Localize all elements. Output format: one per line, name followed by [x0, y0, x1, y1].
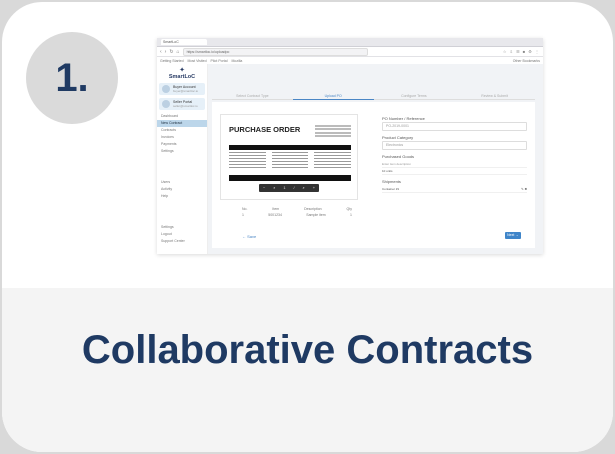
table-cell: 1 [242, 213, 244, 217]
table-cell: Sample item [306, 213, 326, 217]
app-sidebar: ✦ SmartLoC Buyer Account buyer@smartloc.i… [157, 64, 208, 254]
column-header: Item [272, 207, 280, 211]
page-number: 1 [283, 185, 286, 190]
po-fields: PO Number / Reference PO-2019-0001 Produ… [382, 112, 527, 193]
bookmark-item[interactable]: Getting Started [160, 59, 184, 63]
tab-step-2[interactable]: Upload PO [292, 94, 374, 100]
home-icon[interactable]: ⌂ [177, 49, 180, 55]
app-main: Select Contract Type Upload PO Configure… [208, 64, 543, 254]
page-separator: / [293, 185, 295, 190]
step-number-badge: 1. [26, 32, 118, 124]
column-header: Qty [346, 207, 352, 211]
bookmark-item[interactable]: Pilot Portal [211, 59, 228, 63]
search-icon[interactable]: ⌕ [273, 184, 275, 192]
bookmark-item[interactable]: Most Visited [188, 59, 207, 63]
user-sub: seller@smartloc.io [173, 104, 198, 108]
shipment-row-value: Container #1 [382, 187, 400, 191]
sidebar-item-payments[interactable]: Payments [157, 141, 207, 148]
tab-step-4[interactable]: Review & Submit [454, 94, 535, 100]
app-area: ✦ SmartLoC Buyer Account buyer@smartloc.i… [157, 64, 543, 254]
browser-tab[interactable]: SmartLoC [161, 39, 207, 45]
items-table: Enter item description 10 units [382, 161, 527, 175]
shipments-label: Shipments [382, 179, 401, 184]
table-cell: 1 [350, 213, 352, 217]
user-card[interactable]: Seller Portal seller@smartloc.io [159, 98, 205, 110]
sidebar-item-contracts[interactable]: Contracts [157, 127, 207, 134]
row-actions-icon[interactable]: ✎ ✖ [521, 187, 527, 191]
avatar [162, 85, 170, 93]
search-icon[interactable]: ⌕ [303, 184, 305, 192]
sidebar-item-invoices[interactable]: Invoices [157, 134, 207, 141]
po-number-field[interactable]: PO-2019-0001 [382, 122, 527, 131]
other-bookmarks[interactable]: Other Bookmarks [513, 59, 540, 63]
app-screenshot-thumbnail: SmartLoC ‹ › ↻ ⌂ https://smartloc.io/upl… [157, 38, 543, 254]
app-logo[interactable]: ✦ SmartLoC [157, 66, 207, 80]
items-row-value: 10 units [382, 169, 393, 173]
sidebar-item-settings[interactable]: Settings [157, 148, 207, 155]
feature-card: 1. SmartLoC ‹ › ↻ ⌂ https://smartloc.io/… [2, 2, 613, 452]
zoom-in-icon[interactable]: + [313, 184, 315, 192]
document-title: PURCHASE ORDER [229, 125, 301, 134]
sidebar-item-support[interactable]: Support Center [157, 238, 207, 245]
zoom-out-icon[interactable]: − [263, 184, 265, 192]
table-row[interactable]: Container #1 ✎ ✖ [382, 186, 527, 193]
tab-step-1[interactable]: Select Contract Type [212, 94, 293, 100]
items-label: Purchased Goods [382, 154, 415, 159]
browser-toolbar-icons[interactable]: ☆ ⇩ ☰ ■ ⚙ ⋮ [503, 49, 540, 54]
save-button[interactable]: ← Save [242, 234, 256, 239]
sidebar-item-bottom-settings[interactable]: Settings [157, 224, 207, 231]
sidebar-item-users[interactable]: Users [157, 179, 207, 186]
po-number-label: PO Number / Reference [382, 116, 425, 121]
table-cell: 5001234 [268, 213, 282, 217]
tab-step-3[interactable]: Configure Terms [373, 94, 455, 100]
document-address-columns [229, 152, 352, 168]
line-items-table: No. Item Description Qty 1 5001234 Sampl… [242, 206, 352, 218]
browser-tab-strip: SmartLoC [157, 38, 543, 47]
shipments-table: Container #1 ✎ ✖ [382, 186, 527, 193]
document-bar [229, 145, 351, 150]
category-select[interactable]: Electronics [382, 141, 527, 150]
document-header-lines [315, 123, 351, 137]
back-icon[interactable]: ‹ [160, 49, 162, 55]
sidebar-item-help[interactable]: Help [157, 193, 207, 200]
bookmark-item[interactable]: Mozilla [231, 59, 242, 63]
document-zoom-toolbar: − ⌕ 1 / ⌕ + [259, 184, 319, 192]
sidebar-item-dashboard[interactable]: Dashboard [157, 113, 207, 120]
table-row: Enter item description [382, 161, 527, 168]
address-bar[interactable]: https://smartloc.io/uploadpo [182, 47, 368, 56]
wizard-panel: PURCHASE ORDER − ⌕ 1 / ⌕ + PO Number / R… [212, 102, 535, 248]
document-preview: PURCHASE ORDER − ⌕ 1 / ⌕ + [220, 114, 358, 200]
category-label: Product Category [382, 135, 414, 140]
column-header: No. [242, 207, 248, 211]
document-bar [229, 175, 351, 181]
reload-icon[interactable]: ↻ [169, 49, 173, 55]
user-card[interactable]: Buyer Account buyer@smartloc.io [159, 83, 205, 95]
table-row[interactable]: 10 units [382, 168, 527, 175]
next-button[interactable]: Next → [505, 232, 521, 239]
logo-mark-icon: ✦ [179, 67, 185, 74]
avatar [162, 100, 170, 108]
table-row[interactable]: 1 5001234 Sample item 1 [242, 212, 352, 218]
card-title: Collaborative Contracts [81, 328, 534, 372]
sidebar-item-new-contract[interactable]: New Contract [157, 120, 207, 127]
logo-text: SmartLoC [168, 74, 196, 80]
sidebar-item-activity[interactable]: Activity [157, 186, 207, 193]
wizard-steps: Select Contract Type Upload PO Configure… [212, 94, 535, 100]
sidebar-item-logout[interactable]: Logout [157, 231, 207, 238]
browser-address-row: ‹ › ↻ ⌂ https://smartloc.io/uploadpo ☆ ⇩… [157, 47, 543, 57]
user-sub: buyer@smartloc.io [173, 89, 199, 93]
column-header: Description [304, 207, 322, 211]
items-hint: Enter item description [382, 162, 412, 166]
forward-icon[interactable]: › [165, 49, 167, 55]
